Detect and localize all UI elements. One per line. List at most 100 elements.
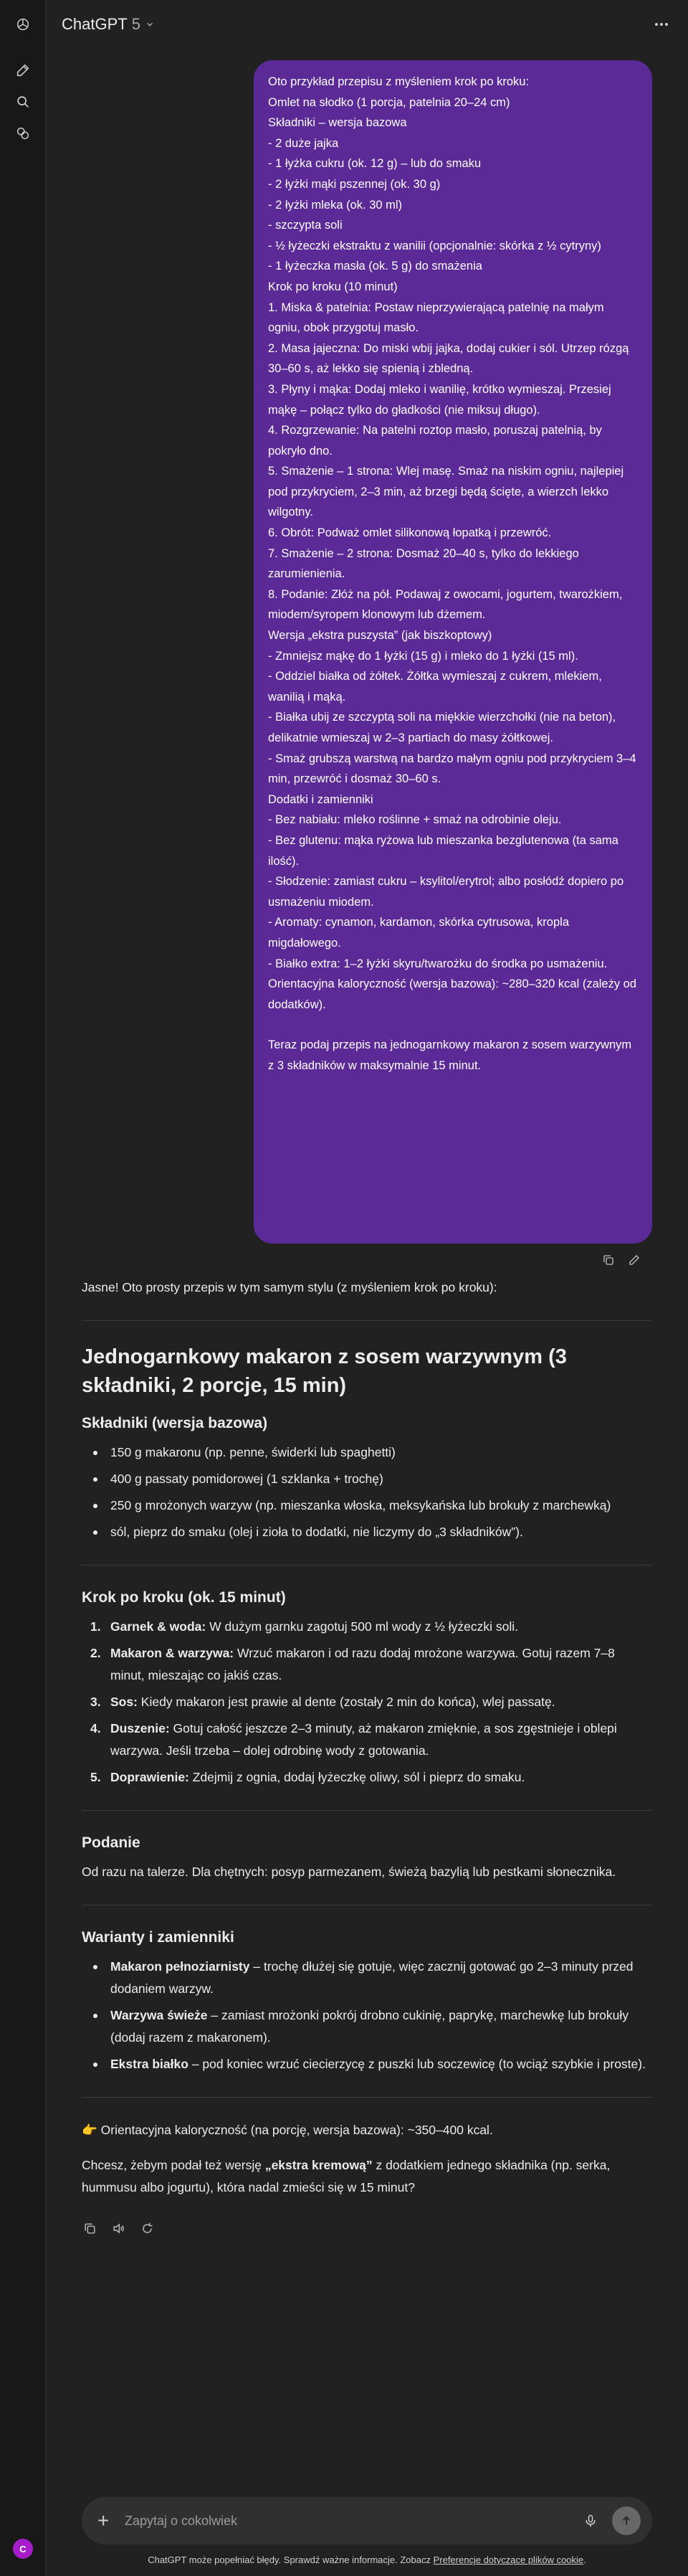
variant-label: Ekstra białko xyxy=(110,2057,188,2071)
ingredient-item: 250 g mrożonych warzyw (np. mieszanka wł… xyxy=(82,1495,652,1517)
ingredient-item: 400 g passaty pomidorowej (1 szklanka + … xyxy=(82,1468,652,1490)
composer: + Zapytaj o cokolwiek xyxy=(82,2497,652,2544)
user-message-line: Teraz podaj przepis na jednogarnkowy mak… xyxy=(268,1038,635,1072)
step-text: Kiedy makaron jest prawie al dente (zost… xyxy=(137,1695,555,1709)
search-icon[interactable] xyxy=(13,92,33,112)
ingredient-item: sól, pieprz do smaku (olej i zioła to do… xyxy=(82,1521,652,1543)
steps-heading: Krok po kroku (ok. 15 minut) xyxy=(82,1589,286,1606)
divider xyxy=(82,1565,652,1566)
user-message-line: - Oddziel białka od żółtek. Żółtka wymie… xyxy=(268,670,606,704)
user-message-line: - Słodzenie: zamiast cukru – ksylitol/er… xyxy=(268,875,627,909)
ingredients-list: 150 g makaronu (np. penne, świderki lub … xyxy=(82,1441,652,1543)
voice-mode-button[interactable] xyxy=(612,2506,641,2535)
assistant-intro: Jasne! Oto prosty przepis w tym samym st… xyxy=(82,1280,497,1294)
user-message-line: - szczypta soli xyxy=(268,219,343,232)
user-message-line: - Smaż grubszą warstwą na bardzo małym o… xyxy=(268,752,640,786)
copy-icon[interactable] xyxy=(82,2220,97,2236)
divider xyxy=(82,2097,652,2098)
user-message-line: 4. Rozgrzewanie: Na patelni roztop masło… xyxy=(268,424,606,458)
regenerate-icon[interactable] xyxy=(139,2220,155,2236)
library-icon[interactable] xyxy=(13,123,33,143)
variant-item: Ekstra białko – pod koniec wrzuć ciecier… xyxy=(82,2053,652,2075)
calories-text: 👉 Orientacyjna kaloryczność (na porcję, … xyxy=(82,2123,493,2137)
steps-list: 1. Garnek & woda: W dużym garnku zagotuj … xyxy=(82,1616,652,1789)
user-message-line: - Zmniejsz mąkę do 1 łyżki (15 g) i mlek… xyxy=(268,649,578,663)
model-version: 5 xyxy=(131,15,140,33)
user-message-line: - ½ łyżeczki ekstraktu z wanilii (opcjon… xyxy=(268,239,601,252)
footer-disclaimer: ChatGPT może popełniać błędy. Sprawdź wa… xyxy=(46,2554,688,2565)
user-message-line: - 2 łyżki mąki pszennej (ok. 30 g) xyxy=(268,177,441,191)
assistant-actions xyxy=(82,2220,652,2236)
divider xyxy=(82,1320,652,1321)
user-message-bubble: Oto przykład przepisu z myśleniem krok p… xyxy=(254,60,652,1244)
step-label: Makaron & warzywa: xyxy=(110,1646,234,1660)
ingredients-heading: Składniki (wersja bazowa) xyxy=(82,1415,268,1431)
step-number: 2. xyxy=(90,1646,101,1660)
step-item: 2. Makaron & warzywa: Wrzuć makaron i od … xyxy=(82,1642,652,1687)
user-message-line: 6. Obrót: Podważ omlet silikonową łopatk… xyxy=(268,526,552,540)
user-message-line: 5. Smażenie – 1 strona: Wlej masę. Smaż … xyxy=(268,465,627,519)
user-message-line: 2. Masa jajeczna: Do miski wbij jajka, d… xyxy=(268,341,633,376)
assistant-message: Jasne! Oto prosty przepis w tym samym st… xyxy=(82,1277,652,2236)
more-options-icon[interactable] xyxy=(651,16,672,33)
user-message-line: - 1 łyżeczka masła (ok. 5 g) do smażenia xyxy=(268,260,482,273)
user-message-line: - Bez glutenu: mąka ryżowa lub mieszanka… xyxy=(268,833,622,868)
copy-icon[interactable] xyxy=(601,1252,616,1268)
user-message-line xyxy=(268,1015,638,1035)
openai-logo-icon[interactable] xyxy=(13,14,33,34)
variants-heading: Warianty i zamienniki xyxy=(82,1929,234,1946)
user-message-line: - Aromaty: cynamon, kardamon, skórka cyt… xyxy=(268,916,573,950)
variant-label: Makaron pełnoziarnisty xyxy=(110,1959,250,1974)
divider xyxy=(82,1810,652,1811)
user-message-line: 3. Płyny i mąka: Dodaj mleko i wanilię, … xyxy=(268,382,615,417)
user-message-line: - 1 łyżka cukru (ok. 12 g) – lub do smak… xyxy=(268,157,482,171)
recipe-title: Jednogarnkowy makaron z sosem warzywnym … xyxy=(82,1345,567,1397)
edit-icon[interactable] xyxy=(626,1252,642,1268)
chevron-down-icon xyxy=(145,19,155,29)
user-message-line: Wersja „ekstra puszysta” (jak biszkoptow… xyxy=(268,629,492,643)
user-message-actions xyxy=(601,1252,642,1268)
variant-label: Warzywa świeże xyxy=(110,2008,208,2022)
step-text: Gotuj całość jeszcze 2–3 minuty, aż maka… xyxy=(110,1721,617,1758)
followup-question: Chcesz, żebym podał też wersję „ekstra k… xyxy=(82,2154,652,2199)
new-chat-icon[interactable] xyxy=(13,60,33,80)
followup-text-bold: „ekstra kremową” xyxy=(264,2158,373,2172)
user-message-line: 8. Podanie: Złóż na pół. Podawaj z owoca… xyxy=(268,587,626,622)
user-message-line: - 2 duże jajka xyxy=(268,136,339,150)
user-message-line: Oto przykład przepisu z myśleniem krok p… xyxy=(268,75,530,88)
step-number: 4. xyxy=(90,1721,101,1736)
step-label: Duszenie: xyxy=(110,1721,170,1736)
step-text: Zdejmij z ognia, dodaj łyżeczkę oliwy, s… xyxy=(188,1770,525,1784)
add-attachment-icon[interactable]: + xyxy=(97,2511,116,2531)
variant-item: Warzywa świeże – zamiast mrożonki pokrój… xyxy=(82,2004,652,2049)
user-message-line: - Białko extra: 1–2 łyżki skyru/twarożku… xyxy=(268,957,608,970)
user-message-line: - Białka ubij ze szczyptą soli na miękki… xyxy=(268,711,619,744)
user-message-line: Orientacyjna kaloryczność (wersja bazowa… xyxy=(268,977,640,1011)
user-message-line: - Bez nabiału: mleko roślinne + smaż na … xyxy=(268,813,562,827)
model-selector[interactable]: ChatGPT 5 xyxy=(62,15,155,34)
step-number: 5. xyxy=(90,1770,101,1784)
serving-text: Od razu na talerze. Dla chętnych: posyp … xyxy=(82,1865,616,1879)
variant-item: Makaron pełnoziarnisty – trochę dłużej s… xyxy=(82,1956,652,2000)
variant-text: – pod koniec wrzuć ciecierzycę z puszki … xyxy=(188,2057,646,2071)
step-label: Garnek & woda: xyxy=(110,1619,206,1634)
step-item: 4. Duszenie: Gotuj całość jeszcze 2–3 min… xyxy=(82,1718,652,1762)
ingredient-item: 150 g makaronu (np. penne, świderki lub … xyxy=(82,1441,652,1464)
variants-list: Makaron pełnoziarnisty – trochę dłużej s… xyxy=(82,1956,652,2075)
user-message-line: 1. Miska & patelnia: Postaw nieprzywiera… xyxy=(268,300,608,335)
microphone-icon[interactable] xyxy=(583,2513,599,2529)
step-number: 1. xyxy=(90,1619,101,1634)
cookie-preferences-link[interactable]: Preferencje dotyczące plików cookie xyxy=(434,2554,584,2565)
prompt-input[interactable]: Zapytaj o cokolwiek xyxy=(125,2514,583,2529)
sidebar: C xyxy=(0,0,46,2576)
step-item: 1. Garnek & woda: W dużym garnku zagotuj … xyxy=(82,1616,652,1638)
user-message-line: Omlet na słodko (1 porcja, patelnia 20–2… xyxy=(268,95,510,109)
step-item: 5. Doprawienie: Zdejmij z ognia, dodaj ły… xyxy=(82,1766,652,1789)
followup-text-start: Chcesz, żebym podał też wersję xyxy=(82,2158,265,2172)
step-label: Sos: xyxy=(110,1695,138,1709)
step-number: 3. xyxy=(90,1695,101,1709)
user-message-line: - 2 łyżki mleka (ok. 30 ml) xyxy=(268,198,403,212)
read-aloud-icon[interactable] xyxy=(110,2220,126,2236)
user-avatar[interactable]: C xyxy=(13,2539,33,2559)
user-message-line: Dodatki i zamienniki xyxy=(268,792,373,806)
